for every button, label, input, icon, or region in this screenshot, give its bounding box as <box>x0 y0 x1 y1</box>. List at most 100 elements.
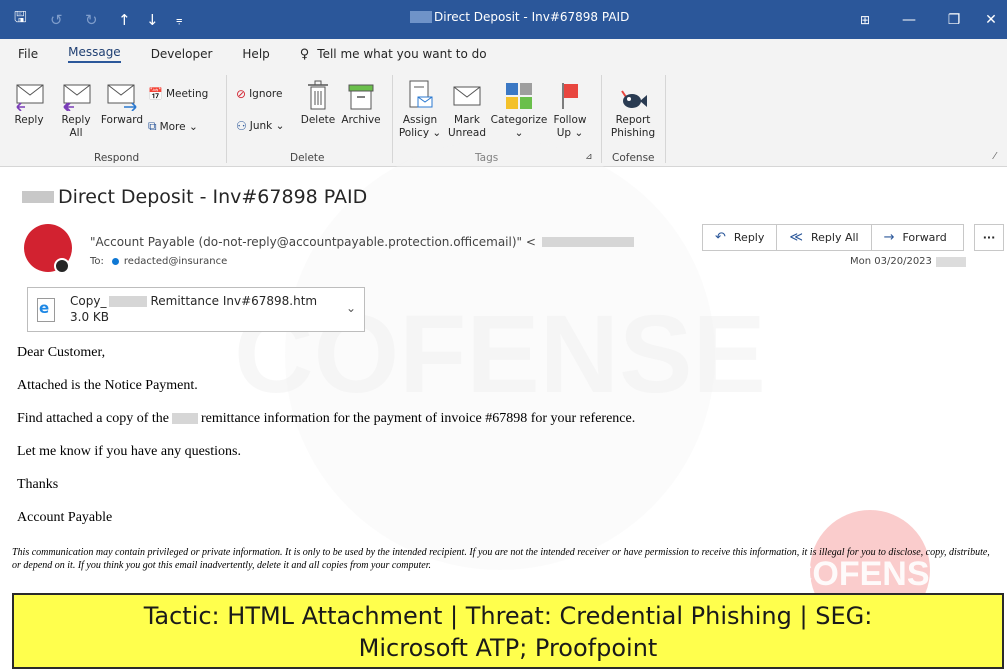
redaction <box>541 237 634 247</box>
subject-text: Direct Deposit - Inv#67898 PAID <box>58 186 368 208</box>
categorize-button[interactable]: Categorize ⌄ <box>490 79 548 140</box>
message-body: Dear Customer, Attached is the Notice Pa… <box>17 346 997 544</box>
reply-all-button[interactable]: ≪ Reply All <box>776 224 872 251</box>
chevron-down-icon[interactable]: ⌄ <box>346 301 356 315</box>
reply-all-ribbon-button[interactable]: Reply All <box>56 79 96 140</box>
banner-line: Tactic: HTML Attachment | Threat: Creden… <box>143 602 873 630</box>
delete-label: Delete <box>300 114 336 126</box>
sender-text: "Account Payable (do-not-reply@accountpa… <box>90 235 536 249</box>
follow-up-button[interactable]: Follow Up ⌄ <box>548 79 592 140</box>
recipient-name[interactable]: redacted@insurance <box>124 256 227 267</box>
assign-policy-label: Assign Policy ⌄ <box>398 114 442 139</box>
archive-ribbon-button[interactable]: Archive <box>340 79 382 127</box>
forward-button[interactable]: → Forward <box>870 224 964 251</box>
save-icon[interactable]: 🖫 <box>14 0 27 39</box>
window-title-text: Direct Deposit - Inv#67898 PAID <box>434 10 630 24</box>
undo-icon[interactable]: ↺ <box>50 0 63 39</box>
html-file-icon: e <box>37 298 55 322</box>
categorize-icon <box>490 79 548 111</box>
envelope-forward-icon <box>100 79 144 111</box>
window-title: Direct Deposit - Inv#67898 PAID <box>410 10 629 24</box>
tell-me-search[interactable]: ♀ Tell me what you want to do <box>300 47 487 62</box>
delete-ribbon-button[interactable]: Delete <box>298 79 338 127</box>
archive-box-icon <box>340 79 382 111</box>
previous-item-icon[interactable]: ↑ <box>118 0 131 39</box>
ribbon-display-options-icon[interactable]: ⊞ <box>842 0 888 39</box>
collapse-ribbon-icon[interactable]: ⁄ <box>994 151 996 162</box>
menu-bar: File Message Developer Help ♀ Tell me wh… <box>0 39 1007 69</box>
report-phishing-button[interactable]: Report Phishing <box>606 79 660 140</box>
message-subject: Direct Deposit - Inv#67898 PAID <box>22 186 367 208</box>
sender-line[interactable]: "Account Payable (do-not-reply@accountpa… <box>90 235 634 249</box>
attachment-name: Copy_ Remittance Inv#67898.htm <box>70 294 317 308</box>
redaction <box>172 413 199 425</box>
minimize-button[interactable]: — <box>886 0 932 39</box>
assign-policy-button[interactable]: Assign Policy ⌄ <box>398 79 442 140</box>
junk-button[interactable]: ⚇ Junk ⌄ <box>236 119 284 133</box>
reply-button-label: Reply <box>733 231 765 244</box>
reply-arrow-icon: ↶ <box>715 230 726 245</box>
banner-line: Microsoft ATP; Proofpoint <box>358 634 658 662</box>
tell-me-text: Tell me what you want to do <box>317 47 487 61</box>
body-line: Attached is the Notice Payment. <box>17 378 198 393</box>
legal-disclaimer: This communication may contain privilege… <box>12 547 990 571</box>
redaction <box>22 191 54 203</box>
redo-icon[interactable]: ↻ <box>85 0 98 39</box>
envelope-unread-icon <box>446 79 488 111</box>
mark-unread-button[interactable]: Mark Unread <box>446 79 488 140</box>
dialog-launcher-icon[interactable]: ⊿ <box>585 152 593 162</box>
reply-all-label: Reply All <box>61 114 91 139</box>
menu-message[interactable]: Message <box>68 45 121 63</box>
group-divider <box>226 75 227 163</box>
body-line: Thanks <box>17 477 59 492</box>
next-item-icon[interactable]: ↓ <box>146 0 159 39</box>
envelope-reply-all-icon <box>56 79 96 111</box>
ignore-button[interactable]: ⊘ Ignore <box>236 87 282 101</box>
menu-developer[interactable]: Developer <box>151 47 213 61</box>
report-phishing-label: Report Phishing <box>610 114 656 139</box>
customize-toolbar-icon[interactable]: ⩦ <box>176 0 182 39</box>
restore-button[interactable]: ❐ <box>931 0 977 39</box>
mark-unread-label: Mark Unread <box>448 114 486 139</box>
lightbulb-icon: ♀ <box>299 46 310 62</box>
body-text: Find attached a copy of the <box>17 411 170 426</box>
message-date: Mon 03/20/2023 <box>850 256 966 267</box>
more-respond-button[interactable]: ⧉ More ⌄ <box>148 119 198 134</box>
body-text: remittance information for the payment o… <box>201 411 636 426</box>
recipient-line: To: redacted@insurance <box>90 256 227 267</box>
redaction <box>410 11 432 23</box>
group-divider <box>601 75 602 163</box>
threat-summary-banner: Tactic: HTML Attachment | Threat: Creden… <box>12 593 1004 669</box>
date-text: Mon 03/20/2023 <box>850 256 932 267</box>
sender-avatar[interactable] <box>24 224 72 274</box>
more-actions-button[interactable]: ··· <box>973 224 1005 251</box>
delete-group-label: Delete <box>290 152 325 164</box>
reply-button[interactable]: ↶ Reply <box>702 224 778 251</box>
reply-all-button-label: Reply All <box>810 231 859 244</box>
ignore-icon: ⊘ <box>236 87 247 101</box>
reply-label: Reply <box>14 114 44 126</box>
menu-help[interactable]: Help <box>242 47 269 61</box>
ignore-label: Ignore <box>249 88 283 100</box>
flag-icon <box>548 79 592 111</box>
envelope-reply-icon <box>10 79 48 111</box>
categorize-label: Categorize ⌄ <box>490 114 548 139</box>
forward-label: Forward <box>100 114 144 126</box>
meeting-button[interactable]: 📅 Meeting <box>148 87 208 101</box>
attachment-name-suffix: Remittance Inv#67898.htm <box>150 294 318 308</box>
message-actions: ↶ Reply ≪ Reply All → Forward ··· <box>702 224 1005 251</box>
menu-file[interactable]: File <box>18 47 38 61</box>
junk-icon: ⚇ <box>236 119 247 133</box>
forward-ribbon-button[interactable]: Forward <box>100 79 144 127</box>
body-line: Let me know if you have any questions. <box>17 444 241 459</box>
recipient-status-icon <box>111 258 119 265</box>
phishing-fish-icon <box>606 79 660 111</box>
archive-label: Archive <box>341 114 381 126</box>
meeting-label: Meeting <box>165 88 209 100</box>
body-line: Find attached a copy of the remittance in… <box>17 412 997 445</box>
attachment-card[interactable]: e Copy_ Remittance Inv#67898.htm 3.0 KB … <box>27 287 365 332</box>
close-button[interactable]: ✕ <box>975 0 1007 39</box>
junk-label: Junk ⌄ <box>249 120 285 132</box>
reply-ribbon-button[interactable]: Reply <box>10 79 48 127</box>
cofense-group-label: Cofense <box>612 152 655 164</box>
